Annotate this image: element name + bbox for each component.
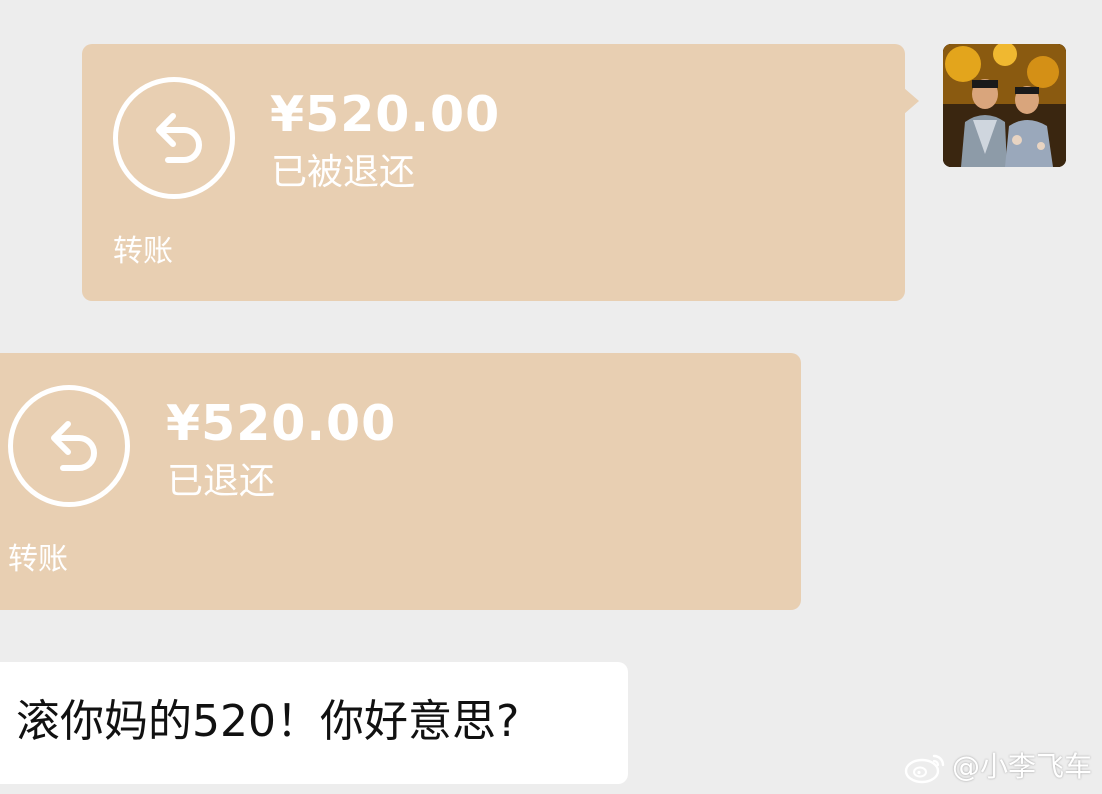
avatar[interactable] [943, 44, 1066, 167]
transfer-status: 已退还 [167, 461, 276, 502]
watermark-text: @小李飞车 [951, 750, 1092, 783]
transfer-caption: 转账 [113, 234, 173, 269]
transfer-caption: 转账 [8, 542, 68, 577]
message-text: 滚你妈的520！你好意思? [16, 696, 520, 747]
message-bubble-received[interactable]: 滚你妈的520！你好意思? [0, 662, 628, 784]
weibo-logo-icon [904, 754, 945, 784]
bubble-tail [904, 88, 919, 114]
refund-arrow-icon [8, 385, 130, 507]
transfer-status: 已被退还 [271, 152, 416, 193]
transfer-amount: ¥520.00 [270, 86, 501, 143]
transfer-amount: ¥520.00 [166, 395, 397, 452]
watermark: @小李飞车 [904, 750, 1092, 784]
transfer-bubble-sent[interactable]: ¥520.00 已被退还 转账 [82, 44, 919, 301]
refund-arrow-icon [113, 77, 235, 199]
transfer-bubble-received[interactable]: ¥520.00 已退还 转账 [0, 353, 801, 610]
